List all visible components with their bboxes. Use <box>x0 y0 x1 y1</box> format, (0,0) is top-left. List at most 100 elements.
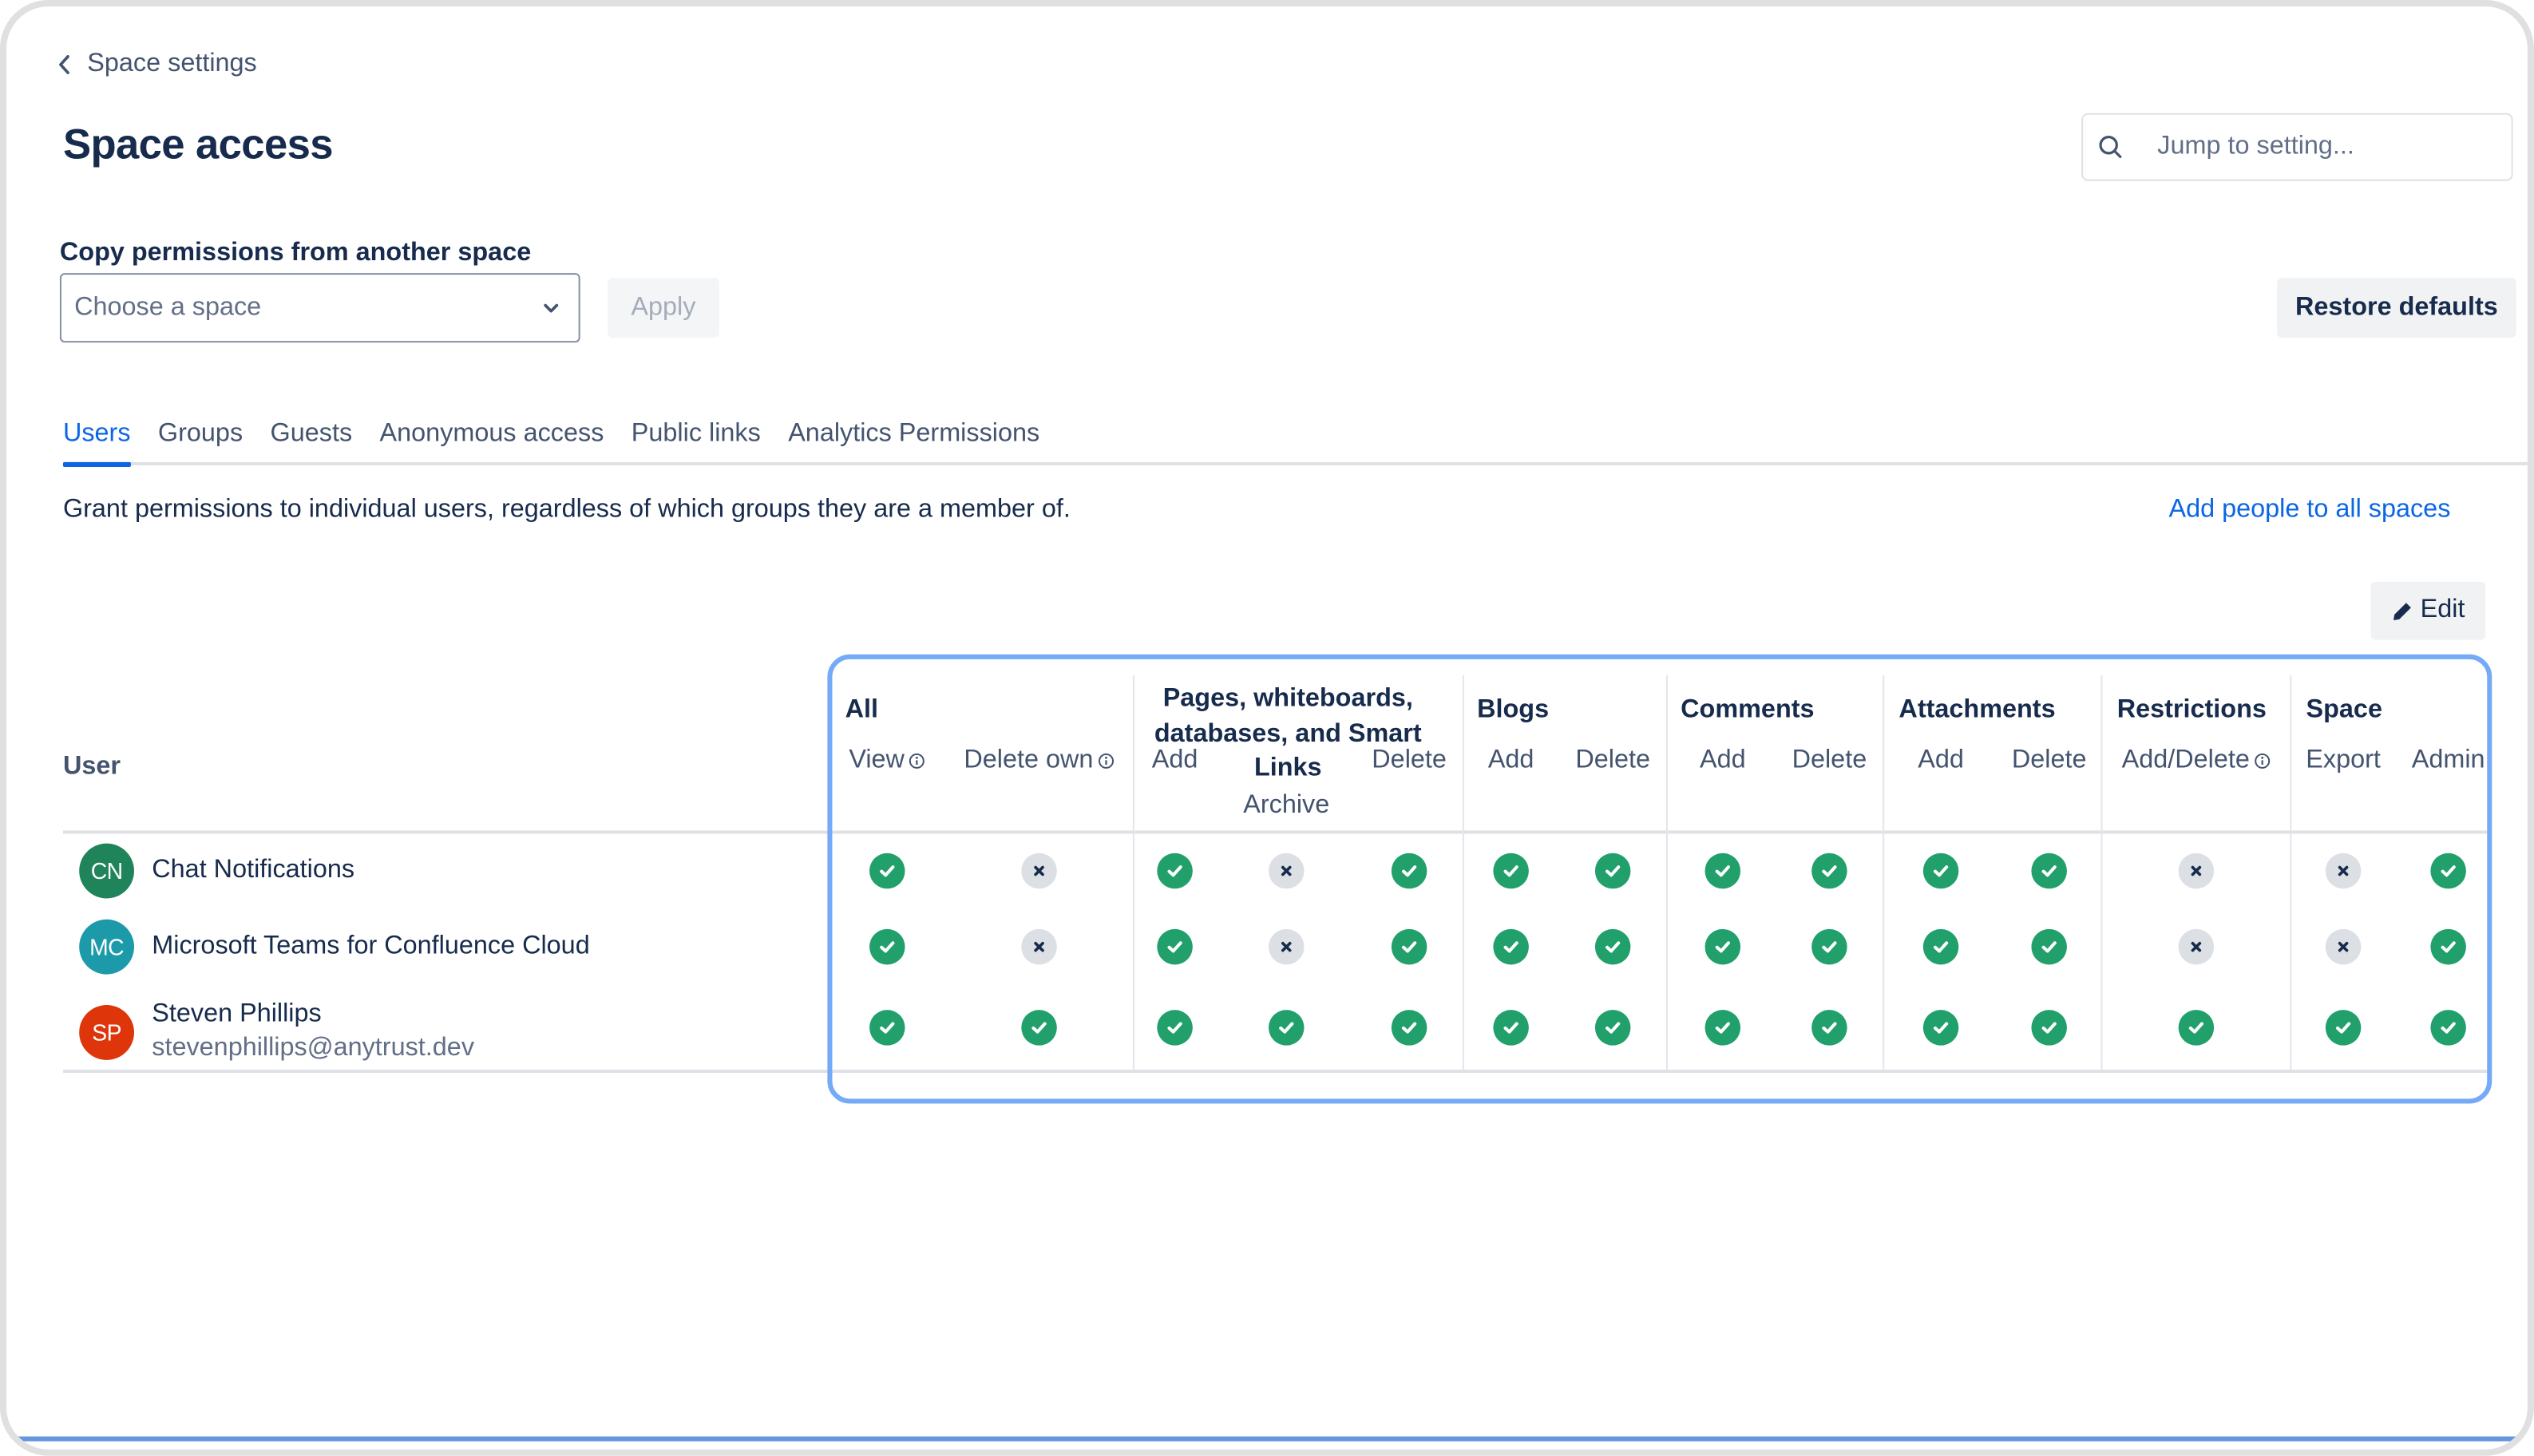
user-name: Microsoft Teams for Confluence Cloud <box>152 932 590 960</box>
breadcrumb-label: Space settings <box>87 49 257 78</box>
apply-button[interactable]: Apply <box>608 278 719 338</box>
column-header-label: Delete own <box>964 746 1094 774</box>
permission-granted <box>1157 853 1193 889</box>
tab-anonymous-access[interactable]: Anonymous access <box>380 420 604 465</box>
permission-granted <box>869 853 905 889</box>
column-header: Archive <box>1243 792 1329 821</box>
permission-denied <box>2178 853 2215 889</box>
permission-granted <box>1493 928 1529 965</box>
check-icon <box>2335 1022 2351 1034</box>
tab-list: Users Groups Guests Anonymous access Public … <box>62 420 1039 467</box>
check-icon <box>1503 1022 1518 1034</box>
check-icon <box>2041 941 2057 953</box>
column-header-label: Delete <box>1575 746 1650 774</box>
cross-icon <box>2338 941 2349 952</box>
copy-permissions-label: Copy permissions from another space <box>59 239 532 267</box>
permission-granted <box>1811 928 1847 965</box>
user-name: Chat Notifications <box>152 856 355 884</box>
page-title: Space access <box>62 119 334 168</box>
group-separator <box>1665 675 1668 1070</box>
avatar: MC <box>79 919 135 975</box>
user-column-header: User <box>62 753 121 781</box>
cross-icon <box>1281 941 1292 952</box>
column-header-label: Delete <box>1792 746 1867 774</box>
avatar: CN <box>79 843 135 899</box>
cross-icon <box>1034 941 1044 952</box>
header-divider <box>62 830 2488 834</box>
column-group-header: Comments <box>1681 696 1815 724</box>
permission-granted <box>2325 1010 2362 1046</box>
breadcrumb-back-link[interactable]: Space settings <box>57 50 257 79</box>
permission-granted <box>1922 928 1959 965</box>
tab-description: Grant permissions to individual users, r… <box>62 496 1071 524</box>
permission-denied <box>2325 928 2362 965</box>
permission-granted <box>1705 1010 1741 1046</box>
info-icon[interactable] <box>909 753 925 769</box>
tab-guests[interactable]: Guests <box>271 420 353 465</box>
permission-granted <box>2430 928 2466 965</box>
user-info: Steven Phillips stevenphillips@anytrust.d… <box>152 1000 474 1063</box>
column-header: Admin <box>2412 746 2485 775</box>
permission-granted <box>2430 853 2466 889</box>
tab-public-links[interactable]: Public links <box>632 420 761 465</box>
choose-space-select[interactable]: Choose a space <box>59 273 580 343</box>
column-header-label: Delete <box>2011 746 2087 774</box>
table-bottom-divider <box>62 1070 2488 1074</box>
search-input[interactable] <box>2154 130 2485 164</box>
column-group-header: Attachments <box>1899 696 2056 724</box>
column-group-header: Restrictions <box>2116 696 2267 724</box>
tab-analytics-permissions[interactable]: Analytics Permissions <box>788 420 1039 465</box>
column-header: Add/Delete <box>2122 746 2271 775</box>
permission-granted <box>1594 928 1631 965</box>
check-icon <box>880 1022 895 1034</box>
check-icon <box>1715 1022 1730 1034</box>
column-header-label: Export <box>2306 746 2381 774</box>
check-icon <box>880 865 895 877</box>
column-header-label: Add/Delete <box>2121 746 2250 774</box>
column-header: Delete <box>1575 746 1650 775</box>
permission-granted <box>1157 1010 1193 1046</box>
permission-granted <box>2031 928 2067 965</box>
permission-denied <box>2325 853 2362 889</box>
permission-granted <box>2178 1010 2215 1046</box>
column-header-label: Archive <box>1243 791 1330 820</box>
tab-groups[interactable]: Groups <box>158 420 243 465</box>
info-icon[interactable] <box>2255 753 2271 769</box>
check-icon <box>1031 1022 1047 1034</box>
page-root: Space settings Space access Copy permiss… <box>0 0 2534 1456</box>
permission-granted <box>1705 928 1741 965</box>
permission-granted <box>1391 928 1427 965</box>
cross-icon <box>1281 865 1292 876</box>
permission-denied <box>1021 853 1057 889</box>
permission-denied <box>1268 853 1305 889</box>
check-icon <box>2041 1022 2057 1034</box>
permission-granted <box>1922 853 1959 889</box>
column-group-header: All <box>845 696 879 724</box>
cross-icon <box>2191 941 2202 952</box>
add-people-to-all-spaces-link[interactable]: Add people to all spaces <box>2168 496 2450 524</box>
column-header-label: Add <box>1918 746 1964 774</box>
edit-button[interactable]: Edit <box>2370 581 2486 640</box>
permission-granted <box>869 928 905 965</box>
column-header-label: Admin <box>2411 746 2485 774</box>
check-icon <box>1401 865 1417 877</box>
column-header: Export <box>2306 746 2381 775</box>
permission-granted <box>1493 1010 1529 1046</box>
permission-granted <box>1391 853 1427 889</box>
bottom-accent-line <box>6 1436 2528 1442</box>
select-placeholder: Choose a space <box>74 293 262 321</box>
cross-icon <box>1034 865 1044 876</box>
check-icon <box>1606 865 1621 877</box>
tab-users[interactable]: Users <box>62 420 131 467</box>
info-icon[interactable] <box>1098 753 1115 769</box>
chevron-down-icon <box>544 303 559 312</box>
jump-to-setting-search[interactable] <box>2081 113 2513 181</box>
permission-granted <box>1705 853 1741 889</box>
check-icon <box>1933 1022 1949 1034</box>
column-group-header: Space <box>2306 696 2382 724</box>
restore-defaults-button[interactable]: Restore defaults <box>2277 278 2516 338</box>
permission-granted <box>1391 1010 1427 1046</box>
column-header-label: Add <box>1487 746 1534 774</box>
check-icon <box>1401 941 1417 953</box>
column-header-label: View <box>849 746 905 774</box>
